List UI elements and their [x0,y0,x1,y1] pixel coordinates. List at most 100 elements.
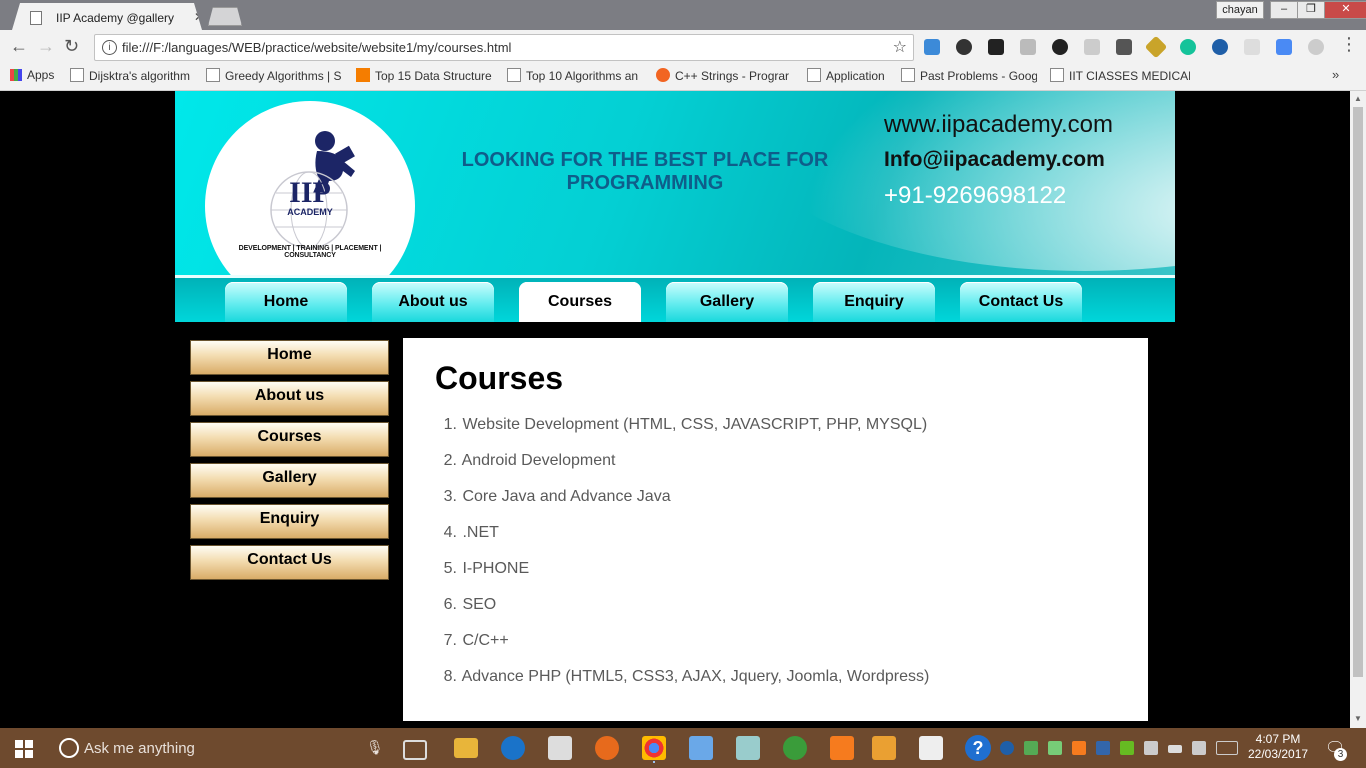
cortana-icon [59,738,79,758]
bookmark-item[interactable]: Top 15 Data Structure [356,68,496,83]
side-nav-contact[interactable]: Contact Us [190,545,389,580]
forward-arrow-icon[interactable]: → [37,36,55,57]
top-nav-contact[interactable]: Contact Us [960,282,1082,322]
extension-icon[interactable] [1052,39,1068,55]
tray-icon[interactable] [1048,741,1062,755]
blogger-icon [356,68,370,82]
tray-icon[interactable] [1024,741,1038,755]
edge-icon[interactable] [501,736,525,760]
bookmark-item[interactable]: Greedy Algorithms | S [206,68,344,83]
info-icon[interactable]: i [102,40,117,55]
network-icon[interactable] [1192,741,1206,755]
xampp-icon[interactable] [830,736,854,760]
new-tab-button[interactable] [208,7,242,26]
menu-kebab-icon[interactable]: ⋮ [1340,34,1358,55]
list-item: 6. SEO [443,596,497,613]
contact-info: www.iipacademy.com Info@iipacademy.com +… [867,103,1157,233]
reload-icon[interactable]: ↻ [64,36,79,57]
tray-icon[interactable] [1096,741,1110,755]
app-icon[interactable] [783,736,807,760]
top-nav-home[interactable]: Home [225,282,347,322]
extension-icon[interactable] [1308,39,1324,55]
top-nav-enquiry[interactable]: Enquiry [813,282,935,322]
scroll-down-icon[interactable]: ▼ [1354,714,1362,723]
header-tagline: LOOKING FOR THE BEST PLACE FOR PROGRAMMI… [461,149,829,194]
task-view-icon[interactable] [403,740,427,760]
store-icon[interactable] [548,736,572,760]
translate-icon[interactable] [1276,39,1292,55]
main-content: Courses 1. Website Development (HTML, CS… [403,338,1148,721]
profile-button[interactable]: chayan [1216,1,1264,19]
photos-icon[interactable] [919,736,943,760]
tab-title: IIP Academy @gallery [56,11,175,25]
page-icon [807,68,821,82]
close-tab-icon[interactable]: ✕ [194,10,204,24]
bookmark-apps[interactable]: Apps [10,68,54,82]
restore-button[interactable]: ❐ [1297,1,1325,19]
bookmark-item[interactable]: Top 10 Algorithms an [507,68,645,83]
clock[interactable]: 4:07 PM 22/03/2017 [1248,732,1308,762]
app-icon[interactable] [736,736,760,760]
scroll-up-icon[interactable]: ▲ [1354,94,1362,103]
logo-sub: ACADEMY [287,207,333,217]
extension-icon[interactable] [1244,39,1260,55]
top-nav-gallery[interactable]: Gallery [666,282,788,322]
side-nav-home[interactable]: Home [190,340,389,375]
tray-icon[interactable] [1072,741,1086,755]
back-arrow-icon[interactable]: ← [10,36,28,57]
extension-icon[interactable] [988,39,1004,55]
extension-icon[interactable] [1212,39,1228,55]
bookmark-item[interactable]: Past Problems - Goog [901,68,1037,83]
bookmarks-overflow-icon[interactable]: » [1332,67,1339,82]
keyboard-icon[interactable] [1216,741,1238,755]
page-icon [30,11,42,25]
extension-icon[interactable] [1084,39,1100,55]
extension-icon[interactable] [1144,35,1168,59]
volume-icon[interactable] [1144,741,1158,755]
bookmark-star-icon[interactable]: ☆ [893,37,907,57]
page-scrollbar[interactable]: ▲ ▼ [1350,91,1366,728]
extension-icon[interactable] [924,39,940,55]
notification-badge: 3 [1334,748,1347,761]
extension-icon[interactable] [956,39,972,55]
top-nav-courses[interactable]: Courses [519,282,641,322]
chrome-icon[interactable] [642,736,666,760]
side-nav-gallery[interactable]: Gallery [190,463,389,498]
close-window-button[interactable]: ✕ [1324,1,1366,19]
bookmark-item[interactable]: IIT CIASSES MEDICAL [1050,68,1190,83]
help-icon[interactable]: ? [965,735,991,761]
page-icon [507,68,521,82]
puzzle-icon[interactable] [1116,39,1132,55]
windows-start-icon[interactable] [15,740,33,758]
browser-tab[interactable]: IIP Academy @gallery ✕ [12,3,202,30]
side-nav-courses[interactable]: Courses [190,422,389,457]
url-text[interactable]: file:///F:/languages/WEB/practice/websit… [122,40,511,55]
firefox-icon[interactable] [595,736,619,760]
virtualbox-icon[interactable] [689,736,713,760]
bookmark-item[interactable]: C++ Strings - Prograr [656,68,794,83]
battery-icon[interactable] [1168,745,1182,753]
scroll-thumb[interactable] [1353,107,1363,677]
address-bar[interactable]: i file:///F:/languages/WEB/practice/webs… [94,34,914,61]
clock-date: 22/03/2017 [1248,747,1309,761]
minimize-button[interactable]: – [1270,1,1298,19]
tray-icon[interactable] [1000,741,1014,755]
course-list: 1. Website Development (HTML, CSS, JAVAS… [436,416,930,704]
search-placeholder[interactable]: Ask me anything [84,740,195,757]
top-navigation: Home About us Courses Gallery Enquiry Co… [175,278,1175,322]
file-explorer-icon[interactable] [454,738,478,758]
microphone-icon[interactable]: 🎙 [366,739,384,756]
bookmark-item[interactable]: Dijsktra's algorithm [70,68,196,83]
side-nav-enquiry[interactable]: Enquiry [190,504,389,539]
top-nav-about[interactable]: About us [372,282,494,322]
nvidia-icon[interactable] [1120,741,1134,755]
side-nav-about[interactable]: About us [190,381,389,416]
extension-icon[interactable] [1020,39,1036,55]
bookmark-item[interactable]: Application [807,68,885,83]
media-player-icon[interactable] [872,736,896,760]
taskbar: Ask me anything 🎙 ? 4:07 PM 22/03/2017 🗨… [0,728,1366,768]
list-item: 7. C/C++ [443,632,509,649]
cortana-search[interactable]: Ask me anything 🎙 [48,728,388,768]
grammarly-icon[interactable] [1180,39,1196,55]
browser-toolbar: ← → ↻ i file:///F:/languages/WEB/practic… [0,30,1366,64]
